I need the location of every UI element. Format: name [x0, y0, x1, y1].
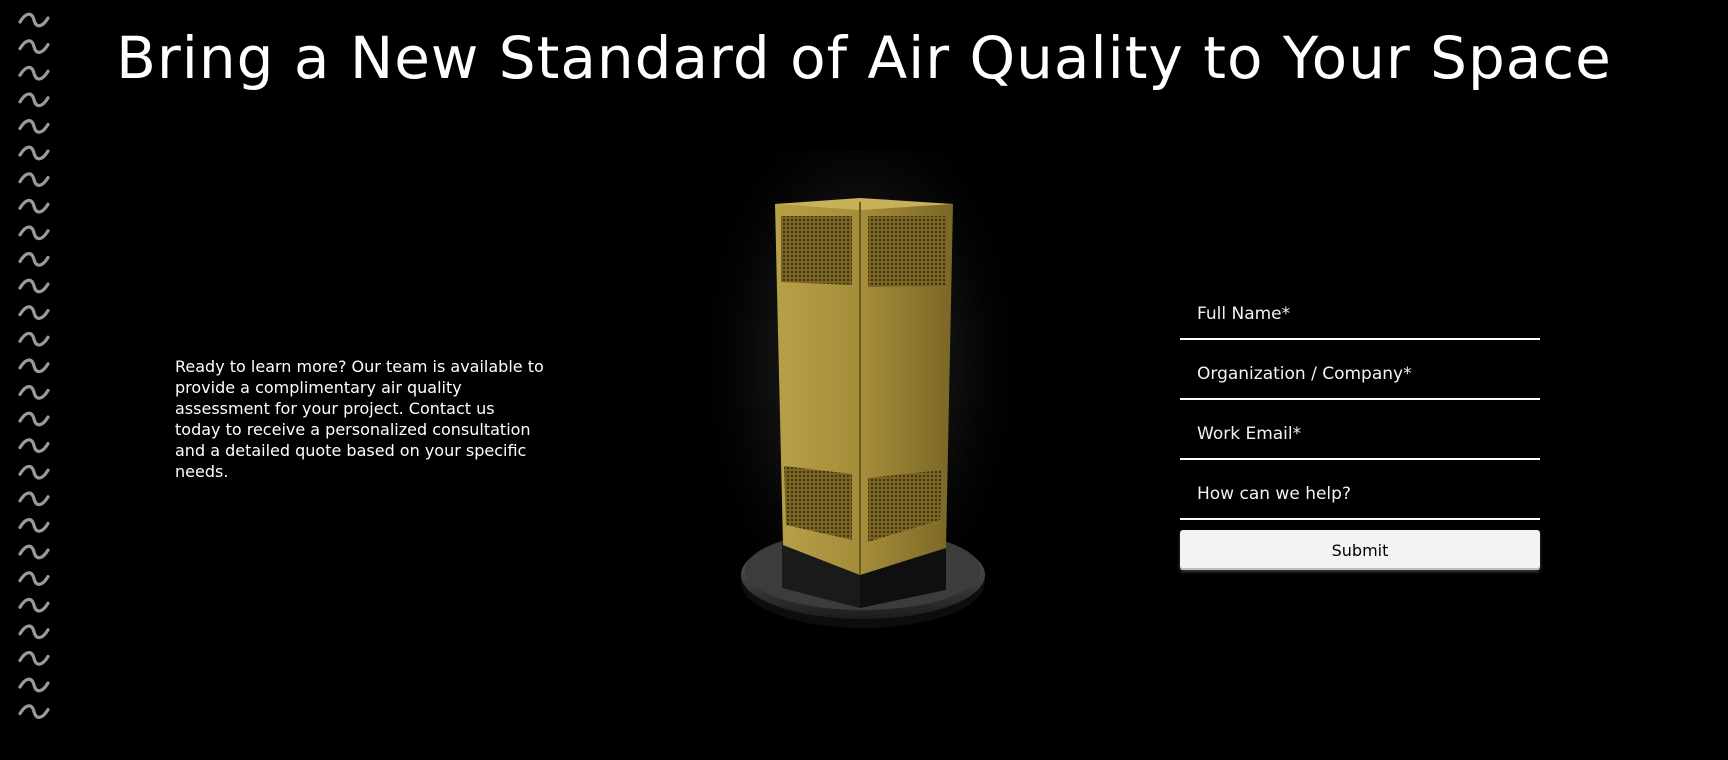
wave-icon	[18, 145, 50, 161]
wave-icon	[18, 491, 50, 507]
wave-icon	[18, 358, 50, 374]
wave-icon	[18, 704, 50, 719]
wave-icon	[18, 411, 50, 427]
wave-icon	[18, 571, 50, 586]
organization-field-wrapper	[1180, 340, 1540, 400]
wave-icon	[18, 331, 50, 347]
wave-icon	[18, 651, 50, 666]
wave-icon	[18, 252, 50, 267]
wave-icon	[18, 119, 50, 134]
wave-icon	[18, 305, 50, 320]
wave-icon	[18, 597, 50, 613]
submit-button[interactable]: Submit	[1180, 530, 1540, 570]
wave-icon	[18, 677, 50, 693]
wave-icon	[18, 438, 50, 453]
wave-icon	[18, 278, 50, 294]
intro-text: Ready to learn more? Our team is availab…	[175, 357, 544, 481]
page-title: Bring a New Standard of Air Quality to Y…	[116, 24, 1612, 92]
help-message-input[interactable]	[1180, 476, 1540, 512]
wave-icon	[18, 225, 50, 241]
wave-icon	[18, 385, 50, 400]
full-name-field-wrapper	[1180, 280, 1540, 340]
air-purifier-image	[690, 150, 1030, 670]
help-message-field-wrapper	[1180, 460, 1540, 520]
wave-icon	[18, 92, 50, 108]
wave-icon	[18, 544, 50, 560]
wave-icon	[18, 624, 50, 640]
work-email-input[interactable]	[1180, 416, 1540, 452]
organization-input[interactable]	[1180, 356, 1540, 392]
full-name-input[interactable]	[1180, 296, 1540, 332]
contact-form: Submit	[1180, 280, 1540, 570]
wave-icon	[18, 172, 50, 187]
wave-icon	[18, 518, 50, 533]
wave-pattern-strip	[18, 12, 50, 719]
wave-icon	[18, 198, 50, 214]
wave-icon	[18, 464, 50, 480]
work-email-field-wrapper	[1180, 400, 1540, 460]
